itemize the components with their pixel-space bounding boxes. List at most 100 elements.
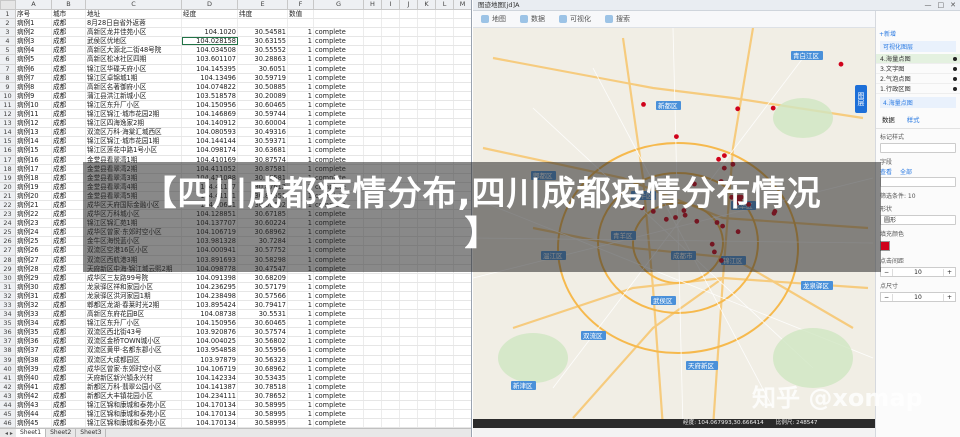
table-cell[interactable] <box>436 373 454 382</box>
table-cell[interactable]: 数值 <box>288 10 314 19</box>
column-header[interactable]: F <box>288 0 314 10</box>
table-cell[interactable] <box>382 91 400 100</box>
table-cell[interactable]: 锦江区四海逸家2期 <box>86 119 182 128</box>
row-header[interactable]: 4 <box>0 37 16 47</box>
layer-item-mass-points[interactable]: 4.海量点图 <box>876 54 960 64</box>
table-cell[interactable]: 病例12 <box>16 119 52 128</box>
table-cell[interactable] <box>418 128 436 137</box>
table-cell[interactable] <box>364 328 382 337</box>
table-cell[interactable] <box>418 10 436 19</box>
table-cell[interactable]: 104.234111 <box>182 391 238 401</box>
sheet-nav-arrows[interactable]: ◂ ▸ <box>2 430 16 437</box>
table-cell[interactable]: complete <box>314 328 364 337</box>
tab-style[interactable]: 样式 <box>907 115 920 124</box>
table-cell[interactable] <box>364 355 382 364</box>
table-cell[interactable]: 30.58995 <box>238 401 288 410</box>
sheet-tab-2[interactable]: Sheet2 <box>46 429 77 437</box>
row-header[interactable]: 5 <box>0 46 16 56</box>
row-header[interactable]: 45 <box>0 410 16 420</box>
row-header[interactable]: 41 <box>0 373 16 383</box>
row-header[interactable]: 31 <box>0 282 16 292</box>
table-cell[interactable]: 104.141387 <box>182 382 238 391</box>
table-cell[interactable]: 锦江区锦和康城和泰苑小区 <box>86 419 182 428</box>
table-cell[interactable]: complete <box>314 291 364 300</box>
spacing-stepper[interactable]: −10 + <box>880 267 956 277</box>
table-cell[interactable]: 病例11 <box>16 110 52 119</box>
table-cell[interactable]: 104.170134 <box>182 419 238 428</box>
table-cell[interactable]: 30.68962 <box>238 364 288 373</box>
table-cell[interactable]: 病例37 <box>16 346 52 355</box>
table-cell[interactable]: complete <box>314 273 364 282</box>
table-cell[interactable] <box>400 82 418 91</box>
table-cell[interactable] <box>382 346 400 355</box>
table-cell[interactable]: 病例19 <box>16 182 52 191</box>
table-cell[interactable]: 成都 <box>52 137 86 146</box>
table-cell[interactable] <box>400 110 418 119</box>
table-cell[interactable]: complete <box>314 355 364 364</box>
table-cell[interactable]: complete <box>314 419 364 428</box>
table-cell[interactable] <box>418 46 436 55</box>
table-cell[interactable]: 病例38 <box>16 355 52 364</box>
column-header[interactable]: J <box>400 0 418 10</box>
table-cell[interactable]: complete <box>314 100 364 110</box>
table-cell[interactable]: 1 <box>288 146 314 155</box>
current-layer-chip[interactable]: 4.海量点图 <box>880 97 956 108</box>
table-cell[interactable] <box>382 282 400 291</box>
table-cell[interactable]: 1 <box>288 110 314 119</box>
table-cell[interactable]: 成都 <box>52 164 86 173</box>
case-point[interactable] <box>770 105 776 111</box>
column-header[interactable]: G <box>314 0 364 10</box>
table-cell[interactable]: 1 <box>288 100 314 110</box>
table-cell[interactable]: 30.78652 <box>238 391 288 401</box>
table-cell[interactable]: 30.55552 <box>238 46 288 55</box>
table-cell[interactable] <box>454 65 471 73</box>
table-cell[interactable] <box>418 100 436 110</box>
table-cell[interactable] <box>418 337 436 346</box>
table-cell[interactable] <box>436 100 454 110</box>
case-point[interactable] <box>735 106 741 112</box>
case-point[interactable] <box>674 134 679 139</box>
table-cell[interactable]: 104.091398 <box>182 273 238 282</box>
table-cell[interactable] <box>454 92 471 100</box>
table-cell[interactable]: 104.150956 <box>182 319 238 328</box>
table-cell[interactable]: 病例2 <box>16 28 52 37</box>
table-cell[interactable]: 104.144144 <box>182 137 238 146</box>
table-cell[interactable] <box>364 137 382 146</box>
plus-icon[interactable]: + <box>944 269 955 276</box>
table-cell[interactable] <box>418 410 436 419</box>
table-cell[interactable] <box>418 310 436 319</box>
table-cell[interactable]: 病例42 <box>16 391 52 401</box>
table-cell[interactable]: 1 <box>288 410 314 419</box>
table-cell[interactable]: complete <box>314 391 364 401</box>
table-cell[interactable]: 病例27 <box>16 255 52 264</box>
table-cell[interactable]: 1 <box>288 346 314 355</box>
table-cell[interactable]: complete <box>314 401 364 410</box>
tab-data[interactable]: 数据 <box>882 115 895 124</box>
table-cell[interactable] <box>454 10 471 18</box>
table-cell[interactable] <box>418 301 436 310</box>
table-cell[interactable] <box>364 391 382 401</box>
table-cell[interactable]: 高新区名著御府小区 <box>86 82 182 91</box>
table-cell[interactable]: 1 <box>288 328 314 337</box>
table-cell[interactable]: 1 <box>288 337 314 346</box>
table-cell[interactable]: 8月28日自省外返蓉 <box>86 19 182 28</box>
row-header[interactable]: 25 <box>0 228 16 238</box>
table-cell[interactable]: 30.20089 <box>238 91 288 100</box>
row-header[interactable]: 29 <box>0 264 16 274</box>
table-cell[interactable] <box>382 410 400 419</box>
table-cell[interactable] <box>436 273 454 282</box>
table-cell[interactable]: 高新区松冰社区四期 <box>86 55 182 64</box>
toolbar-visualize-button[interactable]: 可视化 <box>559 14 591 24</box>
table-cell[interactable]: 成都 <box>52 419 86 428</box>
table-cell[interactable] <box>436 310 454 319</box>
table-cell[interactable]: 104.150956 <box>182 100 238 110</box>
table-cell[interactable]: 成都 <box>52 73 86 82</box>
table-cell[interactable] <box>436 410 454 419</box>
table-cell[interactable] <box>436 301 454 310</box>
select-all-corner[interactable] <box>0 0 16 10</box>
table-cell[interactable]: 成都 <box>52 55 86 64</box>
table-cell[interactable]: 成都 <box>52 19 86 28</box>
table-cell[interactable]: 成都 <box>52 355 86 364</box>
table-cell[interactable] <box>454 137 471 145</box>
table-cell[interactable] <box>436 19 454 28</box>
